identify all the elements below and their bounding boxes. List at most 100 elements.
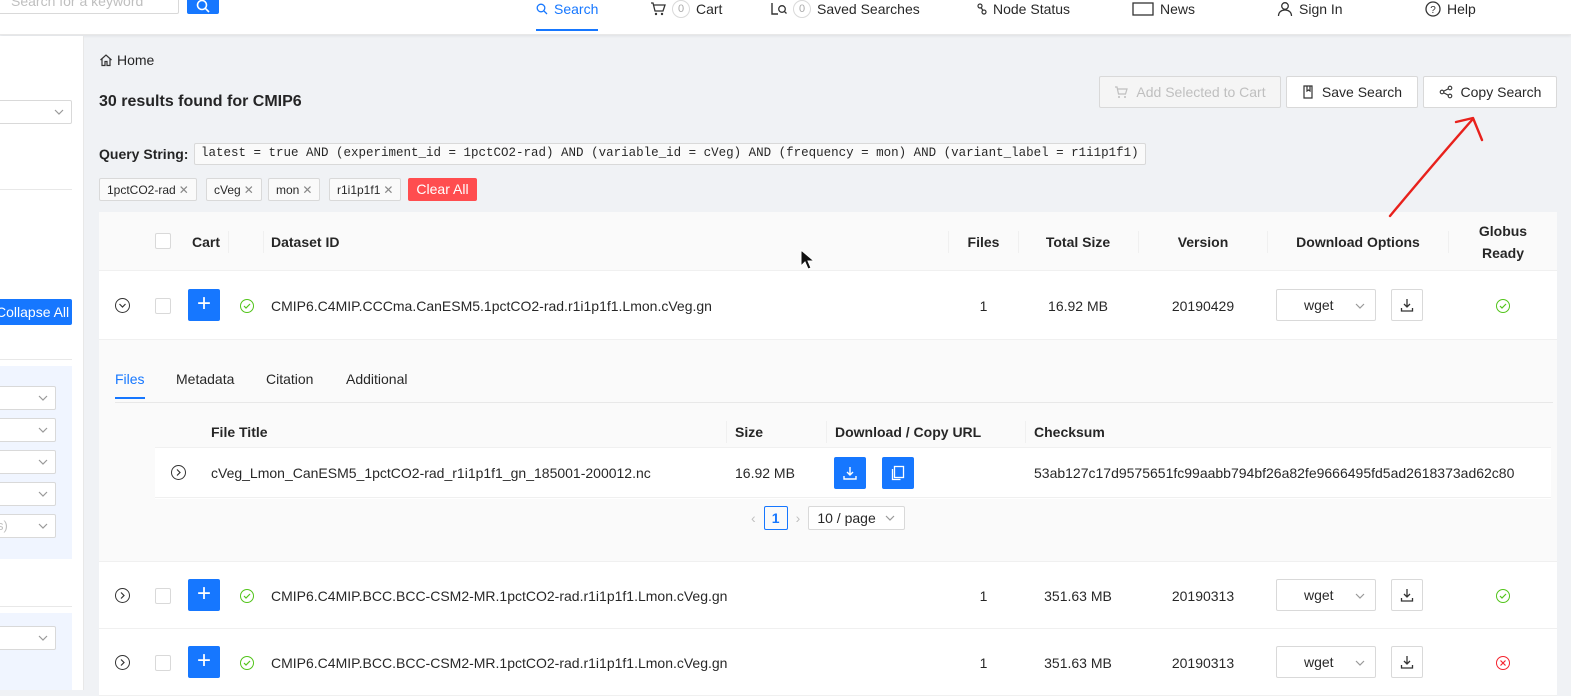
chevron-down-icon xyxy=(38,523,48,529)
col-download-options: Download Options xyxy=(1296,233,1420,250)
close-icon[interactable]: ✕ xyxy=(302,183,312,197)
version: 20190313 xyxy=(1171,654,1235,671)
files-table: File Title Size Download / Copy URL Chec… xyxy=(155,415,1551,499)
copy-search-button[interactable]: Copy Search xyxy=(1423,76,1557,108)
file-row: cVeg_Lmon_CanESM5_1pctCO2-rad_r1i1p1f1_g… xyxy=(155,448,1551,498)
download-icon xyxy=(1400,299,1414,312)
file-checksum: 53ab127c17d9575651fc99aabb794bf26a82fe96… xyxy=(1034,465,1515,481)
breadcrumb-home[interactable]: Home xyxy=(117,52,154,68)
download-option-select[interactable]: wget xyxy=(1276,289,1376,321)
tab-citation[interactable]: Citation xyxy=(266,371,313,387)
save-search-button[interactable]: Save Search xyxy=(1286,76,1418,108)
col-file-size: Size xyxy=(735,423,764,440)
copy-url-button[interactable] xyxy=(882,457,914,489)
facet-select-3[interactable] xyxy=(0,450,56,474)
clear-all-button[interactable]: Clear All xyxy=(408,178,477,201)
facet-select-1[interactable] xyxy=(0,386,56,410)
add-to-cart-button[interactable]: + xyxy=(188,289,220,321)
file-size: 16.92 MB xyxy=(735,465,795,481)
tab-additional[interactable]: Additional xyxy=(346,371,408,387)
nav-cart-label: Cart xyxy=(696,1,723,17)
chevron-down-icon xyxy=(1355,303,1365,309)
close-icon[interactable]: ✕ xyxy=(179,183,189,197)
collapse-all-button[interactable]: Collapse All xyxy=(0,299,72,325)
user-icon xyxy=(1277,2,1293,16)
news-icon xyxy=(1132,2,1154,16)
add-to-cart-button[interactable]: + xyxy=(188,646,220,678)
project-select[interactable] xyxy=(0,100,72,124)
add-selected-to-cart-button[interactable]: Add Selected to Cart xyxy=(1099,76,1281,108)
row-checkbox[interactable] xyxy=(155,588,171,604)
nav-node-status[interactable]: Node Status xyxy=(977,0,1070,24)
collapse-row-icon[interactable] xyxy=(115,298,130,313)
col-globus-ready-line2: Ready xyxy=(1481,244,1525,261)
facet-group-panel: s) xyxy=(0,366,72,559)
help-icon: ? xyxy=(1425,1,1441,17)
globus-ready-icon xyxy=(1496,589,1510,603)
col-globus-ready-line1: Globus xyxy=(1478,222,1528,239)
download-button[interactable] xyxy=(1391,289,1423,321)
filter-tag[interactable]: 1pctCO2-rad ✕ xyxy=(99,178,197,201)
filter-tag-label: cVeg xyxy=(214,182,241,197)
col-cart: Cart xyxy=(192,233,221,250)
sidebar-divider xyxy=(0,606,72,607)
close-icon[interactable]: ✕ xyxy=(383,183,393,197)
download-button[interactable] xyxy=(1391,646,1423,678)
expand-row-icon[interactable] xyxy=(115,588,130,603)
nav-saved-searches[interactable]: 0 Saved Searches xyxy=(771,0,920,24)
nav-news[interactable]: News xyxy=(1132,0,1195,24)
facet-select-4[interactable] xyxy=(0,482,56,506)
check-circle-icon xyxy=(240,589,254,603)
tab-metadata[interactable]: Metadata xyxy=(176,371,234,387)
version: 20190313 xyxy=(1171,587,1235,604)
facet-select-5[interactable]: s) xyxy=(0,514,56,538)
prev-page-icon[interactable]: ‹ xyxy=(751,510,756,526)
download-button[interactable] xyxy=(1391,579,1423,611)
sidebar-divider xyxy=(0,189,72,190)
column-divider xyxy=(228,231,229,253)
cart-count-badge: 0 xyxy=(672,0,690,18)
search-icon xyxy=(196,0,210,13)
expand-row-icon[interactable] xyxy=(171,465,186,480)
page-size-select[interactable]: 10 / page xyxy=(808,506,905,530)
chevron-down-icon xyxy=(38,459,48,465)
close-icon[interactable]: ✕ xyxy=(244,183,254,197)
facet-select-6[interactable] xyxy=(0,626,56,650)
row-checkbox[interactable] xyxy=(155,298,171,314)
chevron-down-icon xyxy=(38,491,48,497)
dataset-id: CMIP6.C4MIP.CCCma.CanESM5.1pctCO2-rad.r1… xyxy=(271,297,712,314)
next-page-icon[interactable]: › xyxy=(796,510,801,526)
node-icon xyxy=(977,3,987,15)
table-header: Cart Dataset ID Files Total Size Version… xyxy=(99,212,1557,271)
nav-help-label: Help xyxy=(1447,1,1476,17)
home-icon xyxy=(100,54,112,67)
download-option-select[interactable]: wget xyxy=(1276,579,1376,611)
copy-search-label: Copy Search xyxy=(1460,84,1542,100)
filter-tag[interactable]: r1i1p1f1 ✕ xyxy=(329,178,402,201)
nav-cart[interactable]: 0 Cart xyxy=(650,0,722,24)
download-icon xyxy=(1400,589,1414,602)
file-download-button[interactable] xyxy=(834,457,866,489)
page-number[interactable]: 1 xyxy=(763,506,788,530)
select-all-checkbox[interactable] xyxy=(155,233,171,249)
table-row: + CMIP6.C4MIP.CCCma.CanESM5.1pctCO2-rad.… xyxy=(99,271,1557,340)
filter-tag[interactable]: cVeg ✕ xyxy=(206,178,262,201)
tab-files[interactable]: Files xyxy=(115,371,145,399)
nav-sign-in[interactable]: Sign In xyxy=(1277,0,1343,24)
col-total-size: Total Size xyxy=(1045,233,1111,250)
filter-tag[interactable]: mon ✕ xyxy=(268,178,321,201)
nav-help[interactable]: ? Help xyxy=(1425,0,1476,24)
row-checkbox[interactable] xyxy=(155,655,171,671)
filter-tag-label: mon xyxy=(276,182,300,197)
add-to-cart-button[interactable]: + xyxy=(188,579,220,611)
facet-select-2[interactable] xyxy=(0,418,56,442)
expand-row-icon[interactable] xyxy=(115,655,130,670)
dataset-details-panel: Files Metadata Citation Additional File … xyxy=(99,340,1557,562)
breadcrumb[interactable]: Home xyxy=(99,52,154,68)
column-divider xyxy=(826,421,827,443)
search-input[interactable]: Search for a keyword xyxy=(0,0,179,14)
book-icon xyxy=(1303,85,1313,99)
search-button[interactable] xyxy=(187,0,219,14)
nav-search[interactable]: Search xyxy=(536,0,599,31)
download-option-select[interactable]: wget xyxy=(1276,646,1376,678)
